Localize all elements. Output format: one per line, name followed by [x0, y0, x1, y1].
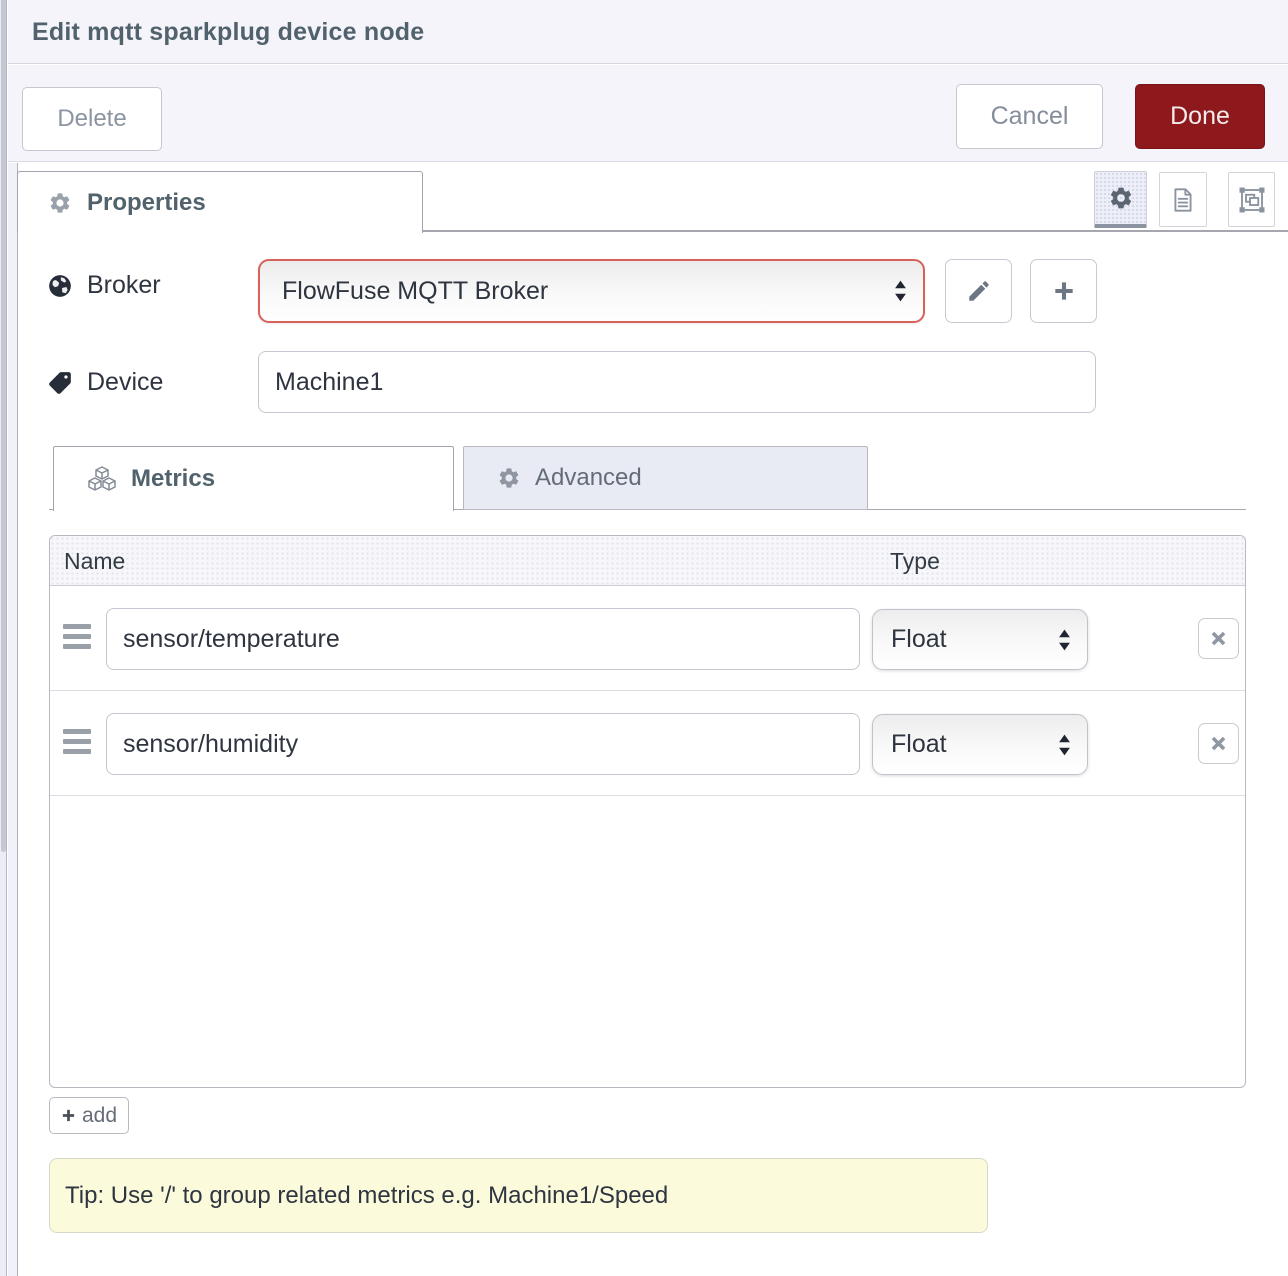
- add-metric-button[interactable]: add: [49, 1097, 129, 1134]
- tip-text: Tip: Use '/' to group related metrics e.…: [65, 1182, 668, 1210]
- done-button[interactable]: Done: [1135, 84, 1265, 149]
- globe-icon: [47, 273, 73, 299]
- plus-icon: [1051, 278, 1077, 304]
- remove-x-icon: [1210, 630, 1227, 647]
- tab-metrics-label: Metrics: [131, 465, 215, 493]
- broker-select[interactable]: FlowFuse MQTT Broker: [258, 259, 925, 323]
- remove-metric-button[interactable]: [1198, 723, 1239, 764]
- gear-icon: [48, 191, 72, 215]
- tab-button-properties-gear[interactable]: [1094, 171, 1147, 228]
- add-metric-label: add: [82, 1104, 117, 1128]
- remove-x-icon: [1210, 735, 1227, 752]
- tab-button-appearance[interactable]: [1228, 172, 1275, 227]
- column-header-name: Name: [64, 548, 125, 575]
- edit-tray: Edit mqtt sparkplug device node Delete C…: [6, 0, 1288, 1276]
- edit-broker-button[interactable]: [945, 259, 1012, 323]
- document-icon: [1169, 185, 1197, 215]
- tab-advanced[interactable]: Advanced: [463, 446, 868, 510]
- metric-type-select[interactable]: Float: [872, 714, 1088, 775]
- broker-select-value: FlowFuse MQTT Broker: [282, 277, 548, 306]
- metric-row: Float: [50, 691, 1245, 796]
- gear-icon: [497, 466, 521, 490]
- metric-type-select[interactable]: Float: [872, 609, 1088, 670]
- tip-box: Tip: Use '/' to group related metrics e.…: [49, 1158, 988, 1233]
- metric-row: Float: [50, 586, 1245, 691]
- tray-header: Edit mqtt sparkplug device node: [8, 0, 1288, 64]
- metric-name-input[interactable]: [106, 608, 860, 670]
- node-red-edit-dialog: Edit mqtt sparkplug device node Delete C…: [0, 0, 1288, 1276]
- tab-properties-label: Properties: [87, 189, 206, 217]
- appearance-icon: [1237, 185, 1267, 215]
- tab-properties[interactable]: Properties: [17, 171, 423, 233]
- chevron-updown-icon: [1058, 629, 1071, 650]
- device-input[interactable]: [258, 351, 1096, 413]
- metrics-list-header: Name Type: [50, 536, 1245, 586]
- metric-type-value: Float: [891, 730, 947, 759]
- tag-icon: [47, 370, 73, 396]
- metric-name-input[interactable]: [106, 713, 860, 775]
- plus-icon: [61, 1108, 76, 1123]
- dialog-title: Edit mqtt sparkplug device node: [32, 18, 424, 47]
- remove-metric-button[interactable]: [1198, 618, 1239, 659]
- tray-toolbar: Delete Cancel Done: [8, 65, 1288, 162]
- chevron-updown-icon: [894, 281, 907, 302]
- tab-button-description[interactable]: [1159, 172, 1207, 227]
- chevron-updown-icon: [1058, 734, 1071, 755]
- cubes-icon: [87, 465, 117, 493]
- gear-icon: [1108, 185, 1134, 211]
- tab-row-divider: [422, 230, 1288, 232]
- tab-advanced-label: Advanced: [535, 464, 642, 492]
- drag-handle-icon[interactable]: [63, 624, 91, 649]
- broker-label: Broker: [47, 271, 161, 300]
- add-broker-button[interactable]: [1030, 259, 1097, 323]
- tab-metrics[interactable]: Metrics: [53, 446, 454, 511]
- column-header-type: Type: [890, 548, 940, 575]
- drag-handle-icon[interactable]: [63, 729, 91, 754]
- metric-type-value: Float: [891, 625, 947, 654]
- device-label: Device: [47, 368, 163, 397]
- metrics-list: Name Type Float: [49, 535, 1246, 1088]
- pencil-icon: [966, 278, 992, 304]
- properties-panel: Properties: [17, 163, 1288, 1276]
- cancel-button[interactable]: Cancel: [956, 84, 1103, 149]
- delete-button[interactable]: Delete: [22, 87, 162, 151]
